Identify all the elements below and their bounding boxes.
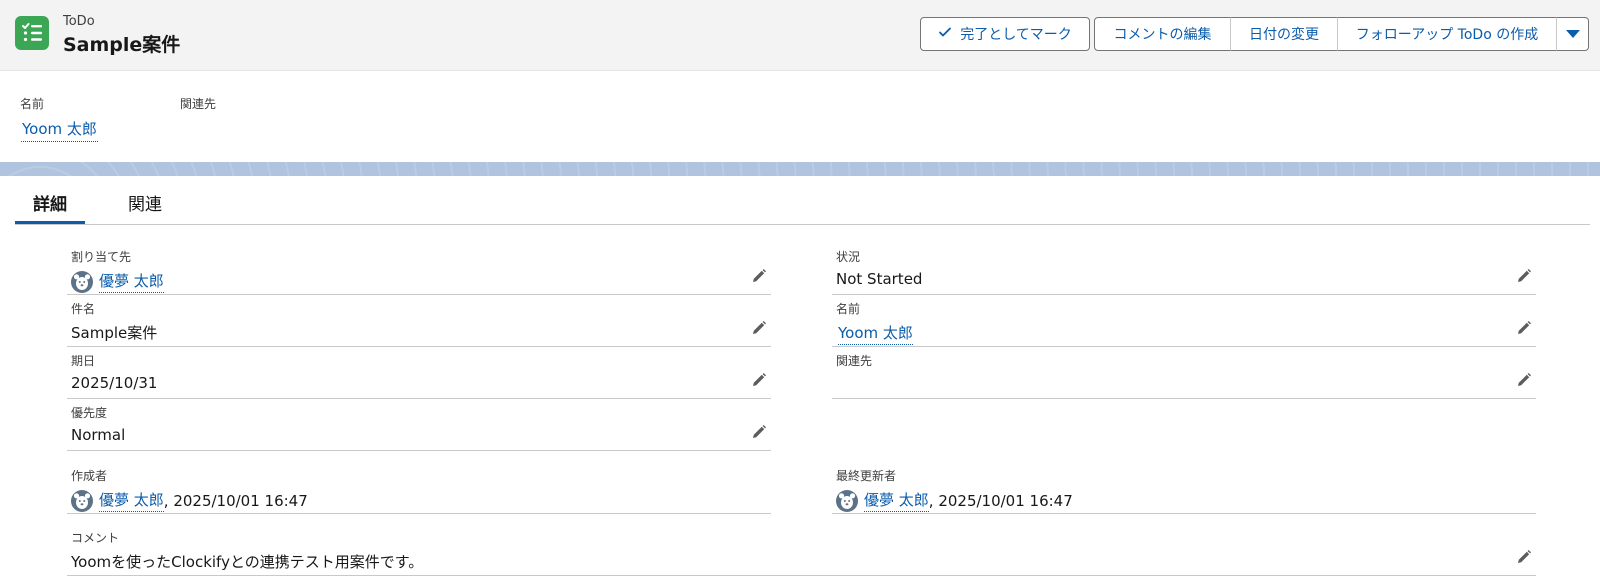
field-last-modified-by: 最終更新者 優夢 太郎 , 2025/10/01 16:47 — [832, 462, 1536, 514]
chevron-down-icon — [1565, 30, 1580, 38]
field-label: 状況 — [836, 250, 861, 264]
field-label: 優先度 — [71, 406, 108, 420]
create-followup-todo-button[interactable]: フォローアップ ToDo の作成 — [1337, 17, 1557, 51]
field-label: 作成者 — [71, 469, 108, 483]
user-avatar-icon — [836, 489, 858, 512]
field-name: 名前 Yoom 太郎 — [832, 295, 1536, 347]
field-value: Sample案件 — [71, 324, 158, 342]
edit-pencil-icon[interactable] — [751, 320, 767, 336]
edit-pencil-icon[interactable] — [1516, 372, 1532, 388]
field-comment: コメント Yoomを使ったClockifyとの連携テスト用案件です。 — [67, 524, 1536, 576]
field-label: 割り当て先 — [71, 250, 132, 264]
edit-pencil-icon[interactable] — [751, 424, 767, 440]
field-label: 関連先 — [836, 354, 873, 368]
field-label: 最終更新者 — [836, 469, 897, 483]
record-title: Sample案件 — [63, 34, 181, 56]
user-avatar-icon — [71, 270, 93, 293]
field-value: Not Started — [836, 270, 923, 288]
field-status: 状況 Not Started — [832, 243, 1536, 295]
edit-pencil-icon[interactable] — [751, 372, 767, 388]
highlight-related-label: 関連先 — [180, 97, 217, 111]
more-actions-button[interactable] — [1556, 17, 1589, 51]
field-created-by: 作成者 優夢 太郎 , 2025/10/01 16:47 — [67, 462, 771, 514]
edit-pencil-icon[interactable] — [1516, 549, 1532, 565]
assigned-user-link[interactable]: 優夢 太郎 — [99, 270, 164, 293]
last-modified-timestamp: , 2025/10/01 16:47 — [928, 491, 1073, 510]
name-link[interactable]: Yoom 太郎 — [838, 322, 913, 345]
field-value: 2025/10/31 — [71, 374, 158, 392]
field-due-date: 期日 2025/10/31 — [67, 347, 771, 399]
created-timestamp: , 2025/10/01 16:47 — [163, 491, 308, 510]
field-value: 優夢 太郎 , 2025/10/01 16:47 — [836, 489, 1073, 512]
field-subject: 件名 Sample案件 — [67, 295, 771, 347]
last-modified-user-link[interactable]: 優夢 太郎 — [864, 489, 929, 512]
change-date-button[interactable]: 日付の変更 — [1230, 17, 1338, 51]
field-assigned-to: 割り当て先 優夢 太郎 — [67, 243, 771, 295]
field-label: 件名 — [71, 302, 96, 316]
field-value: Yoomを使ったClockifyとの連携テスト用案件です。 — [71, 553, 424, 571]
record-header: ToDo Sample案件 完了としてマーク コメントの編集 日付の変更 フォロ… — [0, 0, 1600, 71]
field-label: コメント — [71, 531, 120, 545]
tab-related[interactable]: 関連 — [128, 190, 162, 215]
highlight-name-label: 名前 — [20, 97, 45, 111]
mark-complete-label: 完了としてマーク — [960, 27, 1072, 43]
mark-complete-button[interactable]: 完了としてマーク — [920, 17, 1090, 51]
tab-details[interactable]: 詳細 — [33, 190, 67, 215]
edit-pencil-icon[interactable] — [751, 268, 767, 284]
object-type-label: ToDo — [63, 14, 95, 29]
edit-pencil-icon[interactable] — [1516, 320, 1532, 336]
created-by-user-link[interactable]: 優夢 太郎 — [99, 489, 164, 512]
field-value: 優夢 太郎 , 2025/10/01 16:47 — [71, 489, 308, 512]
highlight-name-link[interactable]: Yoom 太郎 — [21, 118, 98, 142]
tab-divider — [15, 224, 1590, 225]
task-list-icon — [15, 16, 49, 50]
checkmark-icon — [938, 25, 952, 43]
decorative-band — [0, 162, 1600, 176]
edit-comment-button[interactable]: コメントの編集 — [1094, 17, 1231, 51]
field-related-to: 関連先 — [832, 347, 1536, 399]
field-label: 名前 — [836, 302, 861, 316]
field-value: Normal — [71, 426, 126, 444]
field-value: 優夢 太郎 — [71, 270, 164, 293]
field-value: Yoom 太郎 — [836, 322, 913, 345]
user-avatar-icon — [71, 489, 93, 512]
field-priority: 優先度 Normal — [67, 399, 771, 451]
edit-pencil-icon[interactable] — [1516, 268, 1532, 284]
field-label: 期日 — [71, 354, 96, 368]
